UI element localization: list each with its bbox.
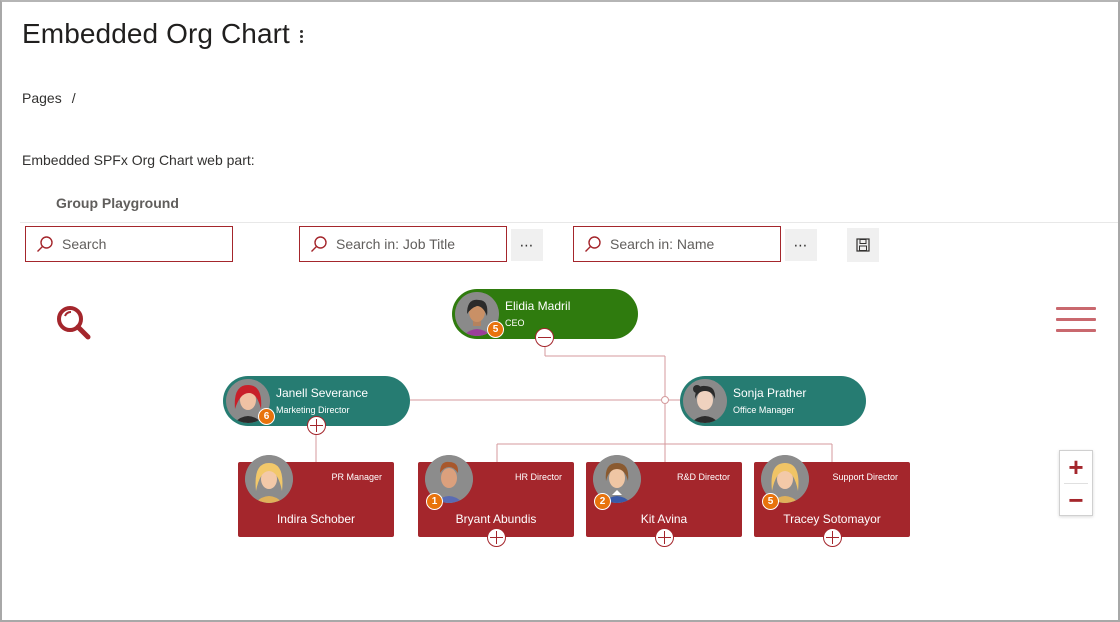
expand-button[interactable] xyxy=(655,528,674,547)
divider xyxy=(20,222,1118,223)
name-search-box[interactable] xyxy=(573,226,781,262)
org-node-employee[interactable]: 5 Support Director Tracey Sotomayor xyxy=(754,455,910,537)
search-icon xyxy=(37,236,53,252)
name-more-button[interactable]: ⋯ xyxy=(785,229,817,261)
expand-button[interactable] xyxy=(823,528,842,547)
save-icon xyxy=(856,238,870,252)
intro-text: Embedded SPFx Org Chart web part: xyxy=(22,152,255,168)
breadcrumb-separator: / xyxy=(71,90,76,106)
webpart-title: Group Playground xyxy=(56,195,179,211)
reports-badge: 1 xyxy=(426,493,443,510)
chart-search-icon[interactable] xyxy=(54,302,94,342)
search-box[interactable] xyxy=(25,226,233,262)
reports-badge: 5 xyxy=(487,321,504,338)
node-name: Janell Severance xyxy=(276,386,369,400)
job-title-search-box[interactable] xyxy=(299,226,507,262)
save-button[interactable] xyxy=(847,228,879,262)
node-title: HR Director xyxy=(514,472,562,482)
search-icon xyxy=(311,236,327,252)
breadcrumb: Pages / xyxy=(22,90,76,106)
org-node-employee[interactable]: 1 HR Director Bryant Abundis xyxy=(418,455,574,537)
page-title: Embedded Org Chart xyxy=(22,18,290,49)
org-node-employee[interactable]: PR Manager Indira Schober xyxy=(238,455,394,537)
search-input[interactable] xyxy=(62,236,232,252)
zoom-in-button[interactable]: + xyxy=(1060,451,1092,483)
avatar: 5 xyxy=(455,292,504,338)
node-title: R&D Director xyxy=(676,472,730,482)
name-search-input[interactable] xyxy=(610,236,780,252)
page-more-icon[interactable] xyxy=(294,28,308,48)
avatar: 6 xyxy=(226,379,275,425)
search-icon xyxy=(585,236,601,252)
node-name: Sonja Prather xyxy=(733,386,807,400)
menu-icon[interactable] xyxy=(1056,307,1096,333)
node-name: Tracey Sotomayor xyxy=(783,512,881,526)
node-title: Office Manager xyxy=(733,405,795,415)
org-node-manager[interactable]: Sonja Prather Office Manager xyxy=(680,376,866,426)
expand-button[interactable] xyxy=(307,416,326,435)
zoom-control: + − xyxy=(1059,450,1093,516)
node-title: CEO xyxy=(505,318,525,328)
node-title: Marketing Director xyxy=(276,405,350,415)
zoom-out-button[interactable]: − xyxy=(1060,484,1092,516)
reports-badge: 2 xyxy=(594,493,611,510)
node-name: Elidia Madril xyxy=(505,299,571,313)
reports-badge: 5 xyxy=(762,493,779,510)
avatar xyxy=(245,455,293,503)
node-name: Indira Schober xyxy=(276,512,356,526)
node-title: PR Manager xyxy=(331,472,382,482)
breadcrumb-pages-link[interactable]: Pages xyxy=(22,90,62,106)
collapse-button[interactable] xyxy=(535,328,554,347)
org-node-employee[interactable]: 2 R&D Director Kit Avina xyxy=(586,455,742,537)
node-name: Bryant Abundis xyxy=(455,512,537,526)
job-title-more-button[interactable]: ⋯ xyxy=(511,229,543,261)
node-title: Support Director xyxy=(832,472,898,482)
avatar xyxy=(683,379,727,423)
job-title-search-input[interactable] xyxy=(336,236,506,252)
expand-button[interactable] xyxy=(487,528,506,547)
reports-badge: 6 xyxy=(258,408,275,425)
node-name: Kit Avina xyxy=(640,512,688,526)
